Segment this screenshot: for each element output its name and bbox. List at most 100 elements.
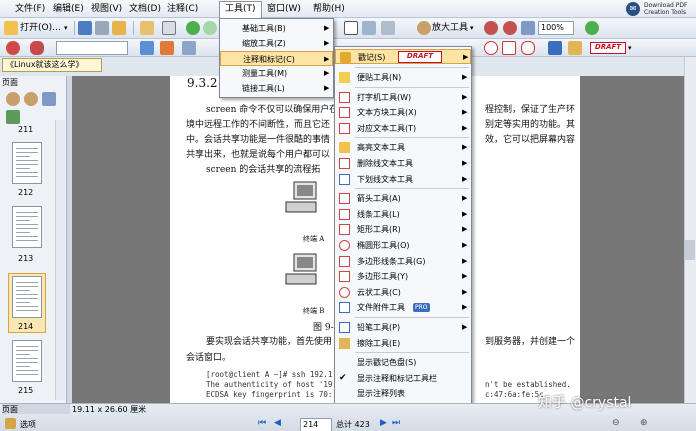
- thumb-rotate-icon[interactable]: [6, 110, 20, 124]
- hand-tool-icon[interactable]: [344, 21, 358, 35]
- pdf-creation-logo-icon[interactable]: ✉: [626, 2, 640, 16]
- scan-icon[interactable]: [140, 21, 154, 35]
- annotation-menu-item[interactable]: 对应文本工具(T) ▶: [335, 121, 471, 136]
- annotation-menu-item[interactable]: 文件附件工具 PRO ▶: [335, 300, 471, 315]
- thumbnail-text-line: [16, 302, 30, 303]
- first-page-icon[interactable]: ⏮: [258, 418, 266, 428]
- zoom-tool-button[interactable]: 放大工具: [432, 20, 468, 36]
- open-folder-icon[interactable]: [4, 21, 18, 35]
- tools-menu-item-zoom[interactable]: 缩放工具(Z) ▶: [220, 36, 333, 51]
- annotation-menu-item[interactable]: 箭头工具(A) ▶: [335, 191, 471, 206]
- annotation-menu-item[interactable]: 多边形工具(Y) ▶: [335, 269, 471, 284]
- options-icon[interactable]: [5, 418, 16, 429]
- fit-page-icon[interactable]: [521, 21, 535, 35]
- page-thumbnail[interactable]: [12, 142, 42, 184]
- last-page-icon[interactable]: ⏭: [392, 418, 400, 428]
- annotation-menu-item[interactable]: 显示注释列表: [335, 386, 471, 401]
- page-thumbnail-selected[interactable]: [12, 276, 42, 318]
- ellipse-tool-icon[interactable]: [484, 41, 498, 55]
- logo-line1: Download PDF: [644, 2, 688, 9]
- stamp-menu-item[interactable]: 戳记(S) DRAFT ▶: [335, 49, 471, 64]
- logo-line2: Creation Tools: [644, 9, 687, 16]
- properties-icon[interactable]: [182, 41, 196, 55]
- menu-item-label: 显示戳记色盘(S): [357, 358, 417, 368]
- thumb-options-icon[interactable]: [42, 92, 56, 106]
- thumbnail-text-line: [16, 236, 38, 237]
- link-icon[interactable]: [140, 41, 154, 55]
- menu-edit[interactable]: 编辑(E): [48, 2, 89, 16]
- annotation-menu-item[interactable]: 铅笔工具(P) ▶: [335, 320, 471, 335]
- forward-icon[interactable]: [203, 21, 217, 35]
- annotation-menu-item[interactable]: 显示戳记色盘(S): [335, 355, 471, 370]
- menu-window[interactable]: 窗口(W): [262, 2, 306, 16]
- polygon-tool-icon[interactable]: [502, 41, 516, 55]
- cloud-tool-icon[interactable]: [521, 41, 535, 55]
- annotation-menu-item[interactable]: 云状工具(C) ▶: [335, 285, 471, 300]
- annotation-menu-item[interactable]: 矩形工具(R) ▶: [335, 222, 471, 237]
- pages-panel-scrollbar[interactable]: [55, 120, 65, 400]
- back-icon[interactable]: [186, 21, 200, 35]
- abc-icon[interactable]: [30, 41, 44, 55]
- eraser-tool-icon[interactable]: [568, 41, 582, 55]
- annotation-menu-item[interactable]: 打字机工具(W) ▶: [335, 90, 471, 105]
- annotation-menu-item[interactable]: 多边形线条工具(G) ▶: [335, 254, 471, 269]
- thumbnail-text-line: [16, 156, 30, 157]
- tools-menu-item-link[interactable]: 链接工具(L) ▶: [220, 81, 333, 96]
- ocr-icon[interactable]: [162, 21, 176, 35]
- zoom-in-status-icon[interactable]: ⊕: [640, 418, 648, 428]
- gear-icon[interactable]: [6, 41, 20, 55]
- page-thumbnail[interactable]: [12, 206, 42, 248]
- page-number-input[interactable]: 214: [300, 418, 332, 431]
- zoom-tool-chevron-icon[interactable]: ▾: [470, 20, 474, 36]
- eraser-icon: [339, 337, 350, 349]
- font-combo[interactable]: [56, 41, 128, 55]
- menu-help[interactable]: 帮助(H): [308, 2, 350, 16]
- zoom-level-combo[interactable]: 100%: [538, 21, 574, 35]
- document-tab[interactable]: 《Linux就该这么学》: [2, 58, 102, 72]
- zoom-increase-icon[interactable]: [585, 21, 599, 35]
- stamp-chevron-icon[interactable]: ▾: [628, 40, 632, 56]
- annotation-menu-item[interactable]: 椭圆形工具(O) ▶: [335, 238, 471, 253]
- menu-document[interactable]: 文档(D): [124, 2, 166, 16]
- save-icon[interactable]: [78, 21, 92, 35]
- annotation-menu-item[interactable]: ✔ 显示注释和标记工具栏: [335, 371, 471, 386]
- draft-stamp-button[interactable]: DRAFT: [590, 42, 626, 54]
- tools-menu-item-annotations[interactable]: 注释和标记(C) ▶: [220, 51, 333, 66]
- menu-comment[interactable]: 注释(C): [162, 2, 203, 16]
- prev-page-icon[interactable]: ◀: [274, 418, 281, 428]
- snapshot-icon[interactable]: [381, 21, 395, 35]
- page-thumbnail[interactable]: [12, 340, 42, 382]
- next-page-icon[interactable]: ▶: [380, 418, 387, 428]
- thumb-zoom-in-icon[interactable]: [6, 92, 20, 106]
- annotation-menu-item[interactable]: 文本方块工具(X) ▶: [335, 105, 471, 120]
- pencil-tool-icon[interactable]: [548, 41, 562, 55]
- rectangle-icon: [339, 224, 350, 236]
- annotation-menu-item[interactable]: 删除线文本工具 ▶: [335, 156, 471, 171]
- tools-menu-item-measure[interactable]: 测量工具(M) ▶: [220, 66, 333, 81]
- annotation-menu-item[interactable]: 下划线文本工具 ▶: [335, 172, 471, 187]
- annotation-menu-item[interactable]: 线条工具(L) ▶: [335, 207, 471, 222]
- print-icon[interactable]: [95, 21, 109, 35]
- pages-panel-footer: 页面: [2, 404, 70, 414]
- menu-tools[interactable]: 工具(T): [219, 1, 262, 18]
- open-dropdown-chevron-icon[interactable]: ▾: [64, 20, 68, 36]
- tools-icon[interactable]: [160, 41, 174, 55]
- menu-view[interactable]: 视图(V): [86, 2, 127, 16]
- zoom-out-icon[interactable]: [484, 21, 498, 35]
- zoom-reset-icon[interactable]: [503, 21, 517, 35]
- menu-file[interactable]: 文件(F): [10, 2, 50, 16]
- document-scrollbar-thumb[interactable]: [685, 240, 695, 260]
- annotation-menu-item[interactable]: 擦除工具(E): [335, 336, 471, 351]
- zoom-out-status-icon[interactable]: ⊖: [612, 418, 620, 428]
- email-icon[interactable]: [112, 21, 126, 35]
- options-button[interactable]: 选项: [20, 419, 36, 430]
- download-tools-link[interactable]: Download PDF Creation Tools: [644, 2, 696, 16]
- annotation-menu-item[interactable]: 便贴工具(N) ▶: [335, 70, 471, 85]
- tools-menu-item-basic[interactable]: 基础工具(B) ▶: [220, 21, 333, 36]
- open-button[interactable]: 打开(O)...: [20, 20, 61, 36]
- zoom-in-icon[interactable]: [417, 21, 431, 35]
- thumb-zoom-out-icon[interactable]: [24, 92, 38, 106]
- annotation-menu-item[interactable]: 高亮文本工具 ▶: [335, 140, 471, 155]
- document-scrollbar[interactable]: [684, 57, 696, 403]
- select-text-icon[interactable]: [362, 21, 376, 35]
